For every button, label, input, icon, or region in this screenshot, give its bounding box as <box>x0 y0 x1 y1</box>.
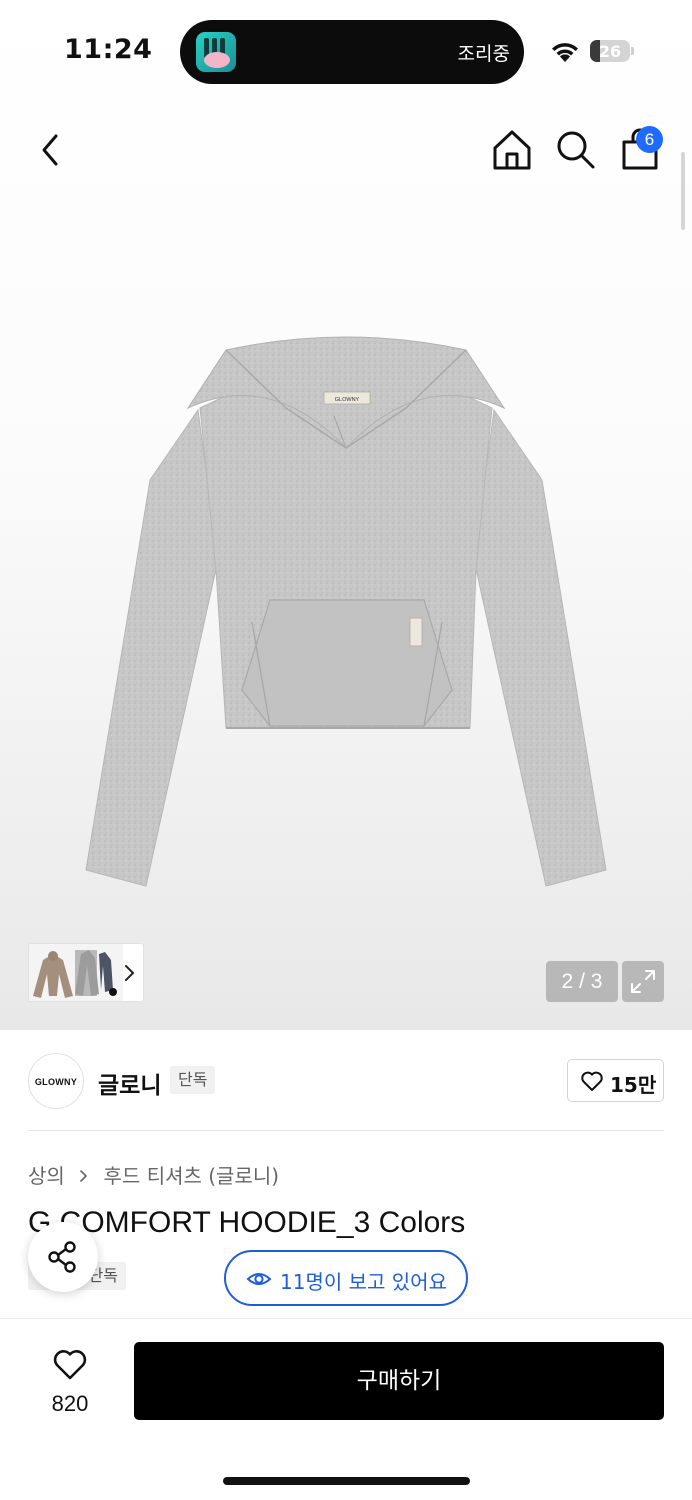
image-page-counter: 2 / 3 <box>546 961 618 1002</box>
current-page: 2 <box>561 970 574 993</box>
color-thumbnails <box>29 944 123 1001</box>
viewers-pill: 11명이 보고 있어요 <box>224 1250 468 1306</box>
home-icon[interactable] <box>488 126 536 174</box>
wishlist-button[interactable]: 820 <box>30 1345 110 1425</box>
status-bar: 11:24 조리중 26 <box>0 0 692 100</box>
battery-indicator: 26 <box>590 40 634 62</box>
brand-logo[interactable]: GLOWNY <box>28 1053 84 1109</box>
heart-icon <box>53 1350 87 1380</box>
product-title: G COMFORT HOODIE_3 Colors <box>28 1206 466 1239</box>
back-icon[interactable] <box>26 126 74 174</box>
wishlist-count: 820 <box>51 1391 89 1416</box>
live-activity-label: 조리중 <box>457 43 510 65</box>
top-navigation <box>0 118 692 182</box>
buy-button[interactable]: 구매하기 <box>134 1342 664 1420</box>
brand-like-button[interactable]: 15만 <box>567 1059 664 1102</box>
bottom-action-bar: 820 구매하기 <box>0 1318 692 1500</box>
cart-count-badge: 6 <box>636 126 663 153</box>
product-image-hoodie: GLOWNY <box>85 336 607 887</box>
page-separator: / <box>579 970 585 993</box>
eye-icon <box>246 1273 272 1285</box>
thumbnail-strip[interactable] <box>28 943 144 1002</box>
expand-image-button[interactable] <box>622 961 664 1002</box>
breadcrumb-category[interactable]: 상의 <box>28 1164 65 1188</box>
total-pages: 3 <box>590 970 603 993</box>
share-button[interactable] <box>28 1222 98 1292</box>
status-time: 11:24 <box>64 34 153 65</box>
breadcrumb: 상의 후드 티셔츠 (글로니) <box>28 1160 279 1189</box>
home-indicator[interactable] <box>223 1477 470 1485</box>
brand-exclusive-tag: 단독 <box>170 1066 216 1094</box>
battery-level: 26 <box>598 42 622 61</box>
wifi-icon <box>552 43 578 62</box>
brand-like-count: 15만 <box>610 1073 657 1097</box>
expand-icon <box>631 970 655 993</box>
search-icon[interactable] <box>552 126 600 174</box>
viewers-text: 11명이 보고 있어요 <box>280 1270 447 1294</box>
heart-icon <box>581 1071 603 1091</box>
hoodie-neck-label: GLOWNY <box>335 397 360 403</box>
chevron-right-icon <box>125 965 134 981</box>
brand-row: GLOWNY 글로니 단독 15만 <box>0 1030 692 1130</box>
dynamic-island[interactable]: 조리중 <box>180 20 524 84</box>
brand-name[interactable]: 글로니 <box>98 1066 161 1100</box>
share-icon <box>48 1241 76 1273</box>
divider <box>28 1130 664 1131</box>
breadcrumb-subcategory[interactable]: 후드 티셔츠 (글로니) <box>104 1164 280 1188</box>
cooking-app-icon <box>196 32 236 72</box>
breadcrumb-chevron-icon <box>80 1170 87 1182</box>
